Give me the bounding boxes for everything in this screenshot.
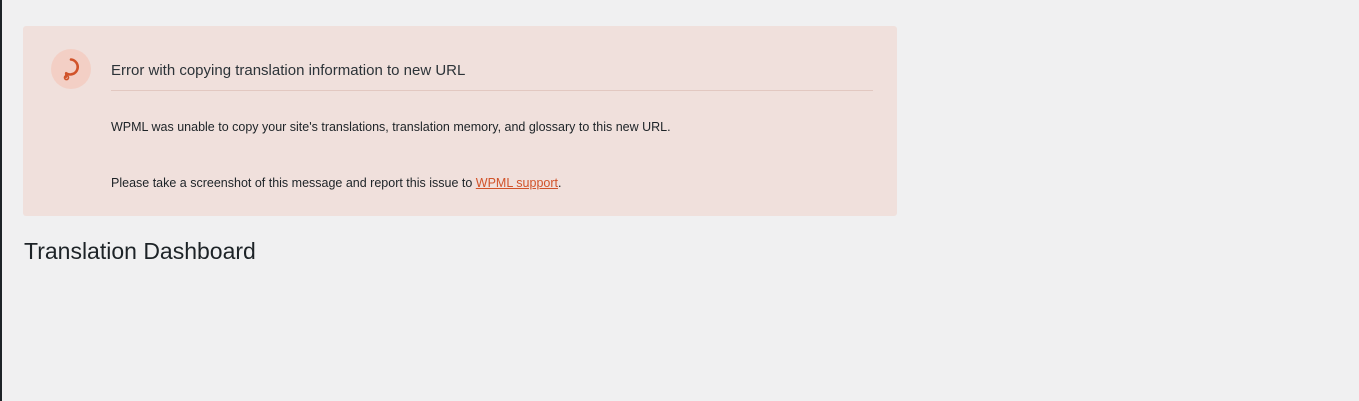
notice-instruction: Please take a screenshot of this message… <box>111 176 561 190</box>
wpml-support-link[interactable]: WPML support <box>476 176 558 190</box>
notice-title: Error with copying translation informati… <box>111 62 873 91</box>
wpml-error-icon <box>51 49 91 89</box>
error-notice: Error with copying translation informati… <box>23 26 897 216</box>
page-title: Translation Dashboard <box>24 238 256 264</box>
notice-message: WPML was unable to copy your site's tran… <box>111 120 671 134</box>
window-left-border <box>0 0 2 401</box>
notice-instruction-suffix: . <box>558 176 562 190</box>
notice-instruction-prefix: Please take a screenshot of this message… <box>111 176 476 190</box>
wpml-error-icon-glyph <box>63 58 79 81</box>
